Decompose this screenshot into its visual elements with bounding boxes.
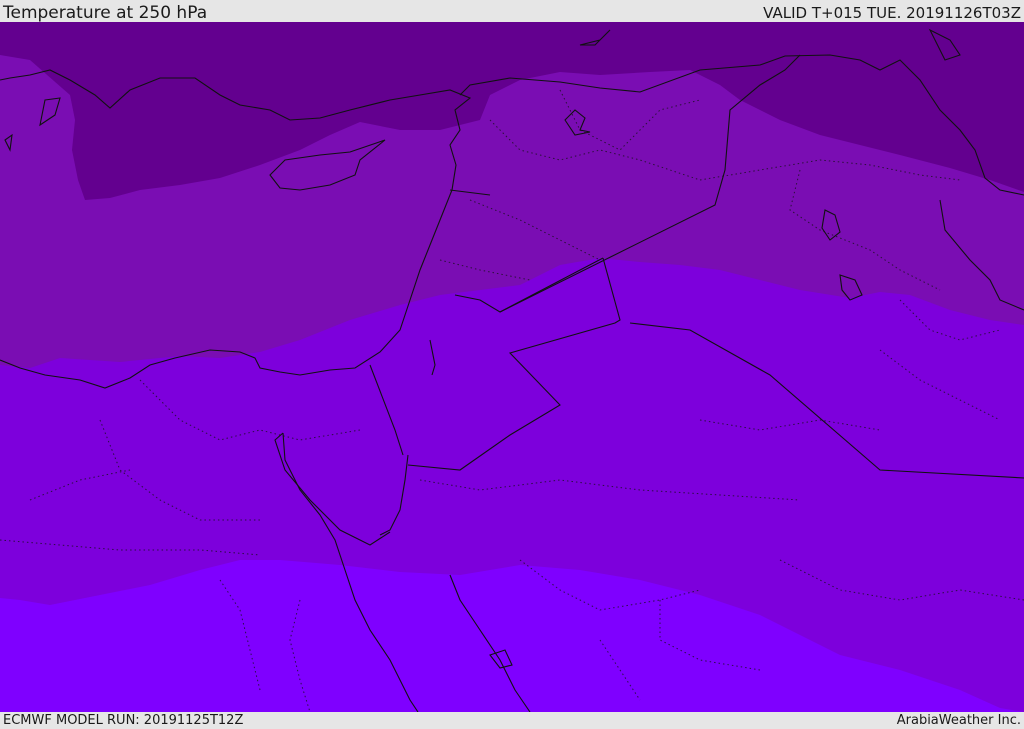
valid-time: VALID T+015 TUE. 20191126T03Z (763, 4, 1021, 22)
map-canvas[interactable] (0, 22, 1024, 712)
map-title: Temperature at 250 hPa (3, 3, 208, 23)
map-svg (0, 22, 1024, 712)
credit: ArabiaWeather Inc. (896, 713, 1021, 728)
model-run: ECMWF MODEL RUN: 20191125T12Z (3, 713, 244, 728)
footer-bar: ECMWF MODEL RUN: 20191125T12Z ArabiaWeat… (0, 712, 1024, 729)
header-bar: Temperature at 250 hPa VALID T+015 TUE. … (0, 0, 1024, 22)
